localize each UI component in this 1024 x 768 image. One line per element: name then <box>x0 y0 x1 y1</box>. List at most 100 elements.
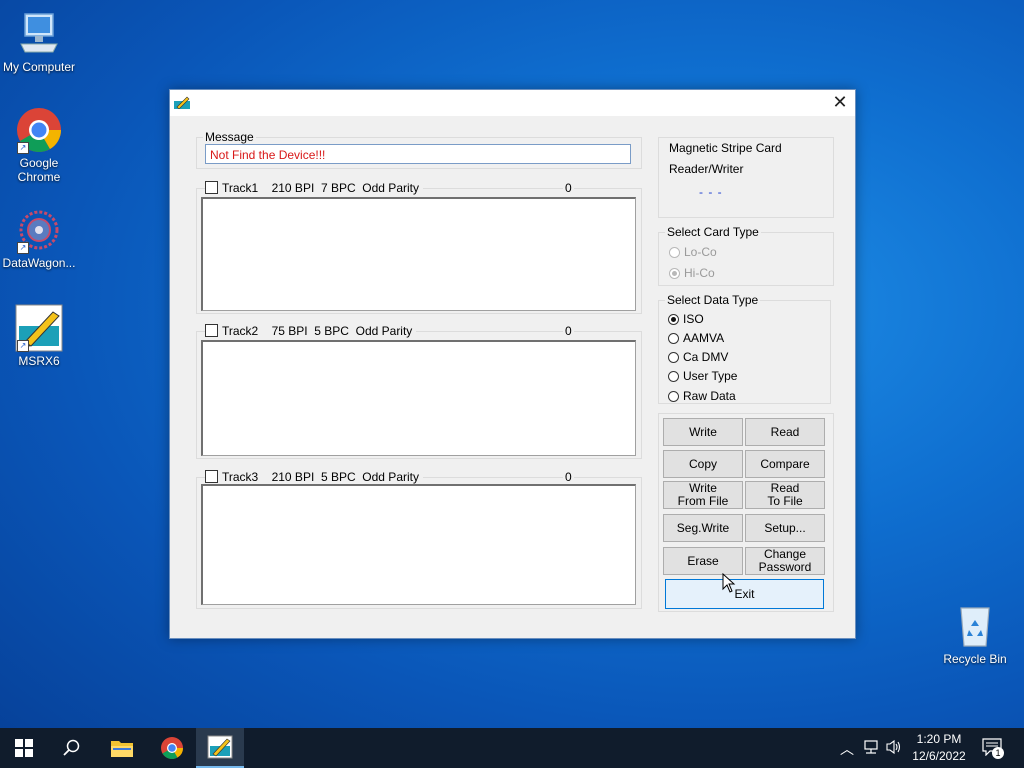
message-field[interactable]: Not Find the Device!!! <box>205 144 631 164</box>
card-type-label: Select Card Type <box>665 225 761 239</box>
radio-iso[interactable] <box>668 314 679 325</box>
data-type-option-ca-dmv[interactable]: Ca DMV <box>668 350 728 364</box>
show-hidden-icons-chevron-up-icon[interactable]: ︿ <box>840 739 854 759</box>
card-type-option-hi-co: Hi-Co <box>669 266 715 280</box>
track3-count: 0 <box>563 470 574 484</box>
track2-header: Track2 75 BPI 5 BPC Odd Parity <box>205 324 417 338</box>
track3-name: Track3 <box>222 470 259 484</box>
write-from-file-button[interactable]: Write From File <box>663 481 743 509</box>
shortcut-arrow-icon: ↗ <box>17 142 29 154</box>
chrome-icon <box>161 737 183 759</box>
radio-lo-co <box>669 247 680 258</box>
desktop-icon-label: Google Chrome <box>17 156 61 184</box>
folder-icon <box>111 741 133 757</box>
data-type-option-raw-data[interactable]: Raw Data <box>668 389 736 403</box>
raw-data-label: Raw Data <box>683 389 736 403</box>
datawagon-icon: ↗ <box>15 206 63 254</box>
msrx6-app-icon <box>207 735 233 759</box>
desktop-icon-msrx6[interactable]: ↗ MSRX6 <box>0 304 78 368</box>
track2-checkbox[interactable] <box>205 324 218 337</box>
taskbar-chrome[interactable] <box>148 728 196 768</box>
data-type-option-user-type[interactable]: User Type <box>668 369 737 383</box>
notification-center-button[interactable]: 1 <box>982 738 1004 759</box>
clock-date: 12/6/2022 <box>912 749 966 763</box>
read-to-file-label-2: To File <box>767 494 803 508</box>
change-password-label-2: Password <box>758 560 812 574</box>
taskbar-file-explorer[interactable] <box>98 728 146 768</box>
copy-button[interactable]: Copy <box>663 450 743 478</box>
desktop-icon-label: Recycle Bin <box>943 652 1007 666</box>
desktop-icon-my-computer[interactable]: My Computer <box>0 10 78 74</box>
search-button[interactable] <box>48 728 96 768</box>
track2-name: Track2 <box>222 324 259 338</box>
shortcut-arrow-icon: ↗ <box>17 242 29 254</box>
aamva-label: AAMVA <box>683 331 725 345</box>
desktop-icon-google-chrome[interactable]: ↗ Google Chrome <box>0 106 78 184</box>
recycle-bin-icon <box>951 602 999 650</box>
change-password-button[interactable]: Change Password <box>745 547 825 575</box>
computer-icon <box>15 10 63 58</box>
ca-dmv-label: Ca DMV <box>683 350 729 364</box>
track2-spec: 75 BPI 5 BPC Odd Parity <box>271 324 413 338</box>
track3-spec: 210 BPI 5 BPC Odd Parity <box>271 470 419 484</box>
desktop-icon-label: My Computer <box>2 60 76 74</box>
seg-write-button[interactable]: Seg.Write <box>663 514 743 542</box>
track1-checkbox[interactable] <box>205 181 218 194</box>
desktop-icon-label: DataWagon... <box>2 256 76 270</box>
message-label: Message <box>203 130 256 144</box>
write-button[interactable]: Write <box>663 418 743 446</box>
read-to-file-button[interactable]: Read To File <box>745 481 825 509</box>
lo-co-label: Lo-Co <box>684 245 717 259</box>
windows-logo-icon <box>15 739 33 757</box>
start-button[interactable] <box>0 728 48 768</box>
close-button[interactable]: ✕ <box>829 92 851 114</box>
data-type-option-iso[interactable]: ISO <box>668 312 704 326</box>
write-from-file-label-2: From File <box>677 494 729 508</box>
desktop-icon-datawagon[interactable]: ↗ DataWagon... <box>0 206 78 270</box>
msrx6-window: ✕ Message Not Find the Device!!! Track1 … <box>169 89 856 639</box>
clock-time: 1:20 PM <box>916 732 962 746</box>
app-title-icon <box>174 95 190 112</box>
track1-data-textarea[interactable] <box>201 197 636 311</box>
radio-hi-co <box>669 268 680 279</box>
shortcut-arrow-icon: ↗ <box>17 340 29 352</box>
mouse-cursor-icon <box>722 572 736 596</box>
device-name-line2: Reader/Writer <box>669 162 744 176</box>
device-name-line1: Magnetic Stripe Card <box>669 141 782 155</box>
track3-checkbox[interactable] <box>205 470 218 483</box>
compare-button[interactable]: Compare <box>745 450 825 478</box>
desktop-icon-recycle-bin[interactable]: Recycle Bin <box>936 602 1014 666</box>
clock[interactable]: 1:20 PM 12/6/2022 <box>906 731 972 765</box>
hi-co-label: Hi-Co <box>684 266 715 280</box>
track3-header: Track3 210 BPI 5 BPC Odd Parity <box>205 470 423 484</box>
notification-badge: 1 <box>992 747 1004 759</box>
radio-aamva[interactable] <box>668 333 679 344</box>
search-icon <box>63 739 80 756</box>
taskbar-msrx6[interactable] <box>196 728 244 768</box>
msrx6-app-icon: ↗ <box>15 304 63 352</box>
track2-count: 0 <box>563 324 574 338</box>
track1-count: 0 <box>563 181 574 195</box>
track3-data-textarea[interactable] <box>201 484 636 605</box>
iso-label: ISO <box>683 312 704 326</box>
setup-button[interactable]: Setup... <box>745 514 825 542</box>
taskbar: ︿ 1:20 PM 12/6/2022 1 <box>0 728 1024 768</box>
track1-spec: 210 BPI 7 BPC Odd Parity <box>271 181 419 195</box>
track1-header: Track1 210 BPI 7 BPC Odd Parity <box>205 181 423 195</box>
user-type-label: User Type <box>683 369 738 383</box>
track1-name: Track1 <box>222 181 259 195</box>
network-icon[interactable] <box>862 739 880 758</box>
track2-data-textarea[interactable] <box>201 340 636 456</box>
radio-ca-dmv[interactable] <box>668 352 679 363</box>
exit-button[interactable]: Exit <box>665 579 824 609</box>
window-titlebar[interactable]: ✕ <box>170 90 855 116</box>
erase-button[interactable]: Erase <box>663 547 743 575</box>
data-type-option-aamva[interactable]: AAMVA <box>668 331 724 345</box>
read-button[interactable]: Read <box>745 418 825 446</box>
volume-icon[interactable] <box>885 739 903 758</box>
radio-raw-data[interactable] <box>668 391 679 402</box>
radio-user-type[interactable] <box>668 371 679 382</box>
device-status: - - - <box>699 185 723 199</box>
desktop-icon-label: MSRX6 <box>18 354 60 368</box>
chrome-icon: ↗ <box>15 106 63 154</box>
